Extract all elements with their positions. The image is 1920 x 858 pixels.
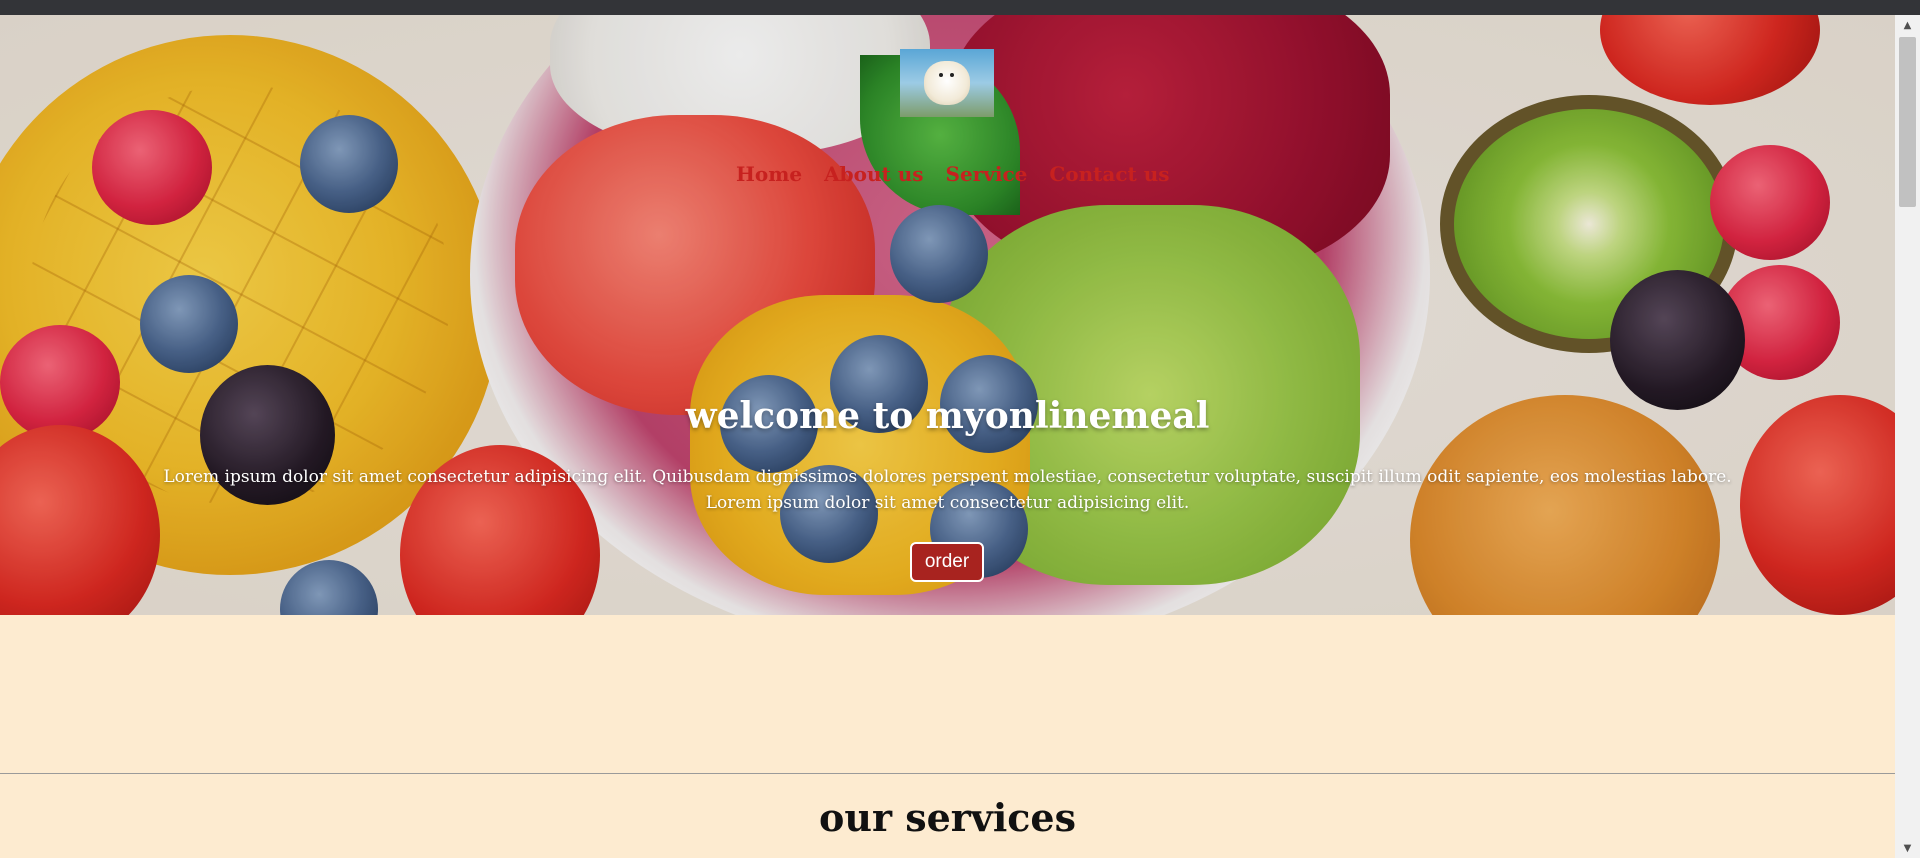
hero-section: Home About us Service Contact us welcome… [0,15,1895,615]
hero-description: Lorem ipsum dolor sit amet consectetur a… [163,467,1732,513]
nav-link-about-us[interactable]: About us [824,162,923,186]
main-nav: Home About us Service Contact us [736,162,1170,186]
scrollbar-thumb[interactable] [1899,37,1916,207]
browser-top-bar [0,0,1920,15]
scroll-down-arrow-icon[interactable]: ▼ [1895,838,1920,858]
nav-link-home[interactable]: Home [736,162,802,186]
order-button[interactable]: order [910,542,984,582]
nav-link-service[interactable]: Service [946,162,1028,186]
hero-title: welcome to myonlinemeal [685,395,1210,437]
puppy-logo-icon [924,61,970,105]
scroll-up-arrow-icon[interactable]: ▲ [1895,15,1920,35]
page: Home About us Service Contact us welcome… [0,15,1895,858]
site-logo[interactable] [900,49,994,117]
vertical-scrollbar[interactable]: ▲ ▼ [1895,15,1920,858]
nav-link-contact-us[interactable]: Contact us [1049,162,1169,186]
section-divider [0,773,1895,774]
services-heading: our services [818,795,1077,840]
